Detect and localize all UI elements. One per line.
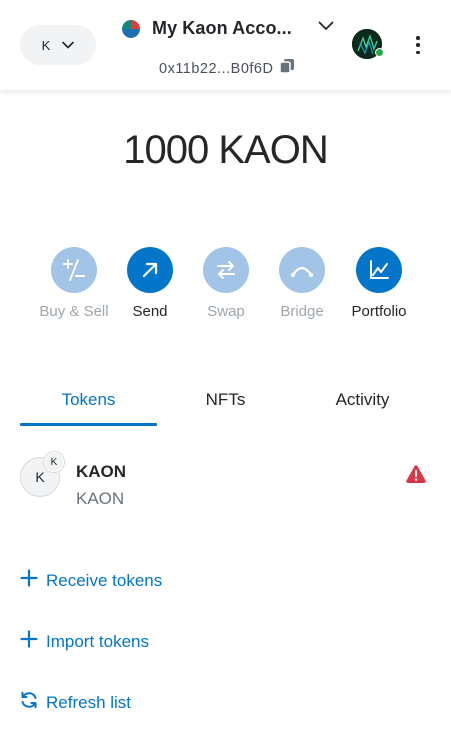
chevron-down-icon <box>62 36 75 54</box>
swap-label: Swap <box>207 303 245 320</box>
buy-sell-label: Buy & Sell <box>39 303 109 320</box>
token-list-item[interactable]: K K KAON KAON <box>20 452 431 512</box>
account-picker[interactable]: My Kaon Acco... <box>122 18 334 39</box>
copy-icon[interactable] <box>279 58 295 79</box>
refresh-list-link[interactable]: Refresh list <box>20 691 131 714</box>
receive-tokens-link[interactable]: Receive tokens <box>20 569 162 592</box>
chevron-down-icon <box>318 18 334 36</box>
import-tokens-label: Import tokens <box>46 631 149 651</box>
address-text: 0x11b22...B0f6D <box>159 60 274 77</box>
connected-status-dot <box>375 48 384 57</box>
account-identicon <box>122 19 140 38</box>
swap-button[interactable]: Swap <box>186 247 266 320</box>
plus-icon <box>20 630 38 653</box>
swap-arrows-icon <box>203 247 249 293</box>
token-name: KAON <box>76 462 127 481</box>
tab-activity[interactable]: Activity <box>294 386 431 426</box>
plus-icon <box>20 569 38 592</box>
tab-tokens[interactable]: Tokens <box>20 386 157 426</box>
bridge-button[interactable]: Bridge <box>262 247 342 320</box>
send-label: Send <box>132 303 168 320</box>
arrow-up-right-icon <box>127 247 173 293</box>
portfolio-label: Portfolio <box>351 303 407 320</box>
buy-sell-button[interactable]: Buy & Sell <box>34 247 114 320</box>
import-tokens-link[interactable]: Import tokens <box>20 630 149 653</box>
chart-line-icon <box>356 247 402 293</box>
active-tab-indicator <box>20 423 157 426</box>
receive-tokens-label: Receive tokens <box>46 570 163 590</box>
network-badge: K <box>44 452 64 472</box>
tab-nfts[interactable]: NFTs <box>157 386 294 426</box>
account-name: My Kaon Acco... <box>152 18 292 38</box>
bridge-label: Bridge <box>280 303 324 320</box>
portfolio-button[interactable]: Portfolio <box>339 247 419 320</box>
asset-tabs: Tokens NFTs Activity <box>20 386 431 428</box>
account-address[interactable]: 0x11b22...B0f6D <box>159 58 295 79</box>
app-header: K My Kaon Acco... 0x11b22...B0f6D <box>0 0 451 90</box>
token-symbol: KAON <box>76 489 125 508</box>
plus-minus-icon <box>51 247 97 293</box>
network-letter: K <box>41 37 51 53</box>
refresh-icon <box>20 691 38 714</box>
send-button[interactable]: Send <box>110 247 190 320</box>
total-balance: 1000 KAON <box>123 128 328 172</box>
refresh-list-label: Refresh list <box>46 692 132 712</box>
more-options-icon[interactable] <box>408 34 428 56</box>
network-picker[interactable]: K <box>20 25 96 65</box>
bridge-icon <box>279 247 325 293</box>
action-bar: Buy & Sell Send Swap Bridge Portfolio <box>0 247 451 327</box>
warning-icon[interactable] <box>405 464 427 489</box>
